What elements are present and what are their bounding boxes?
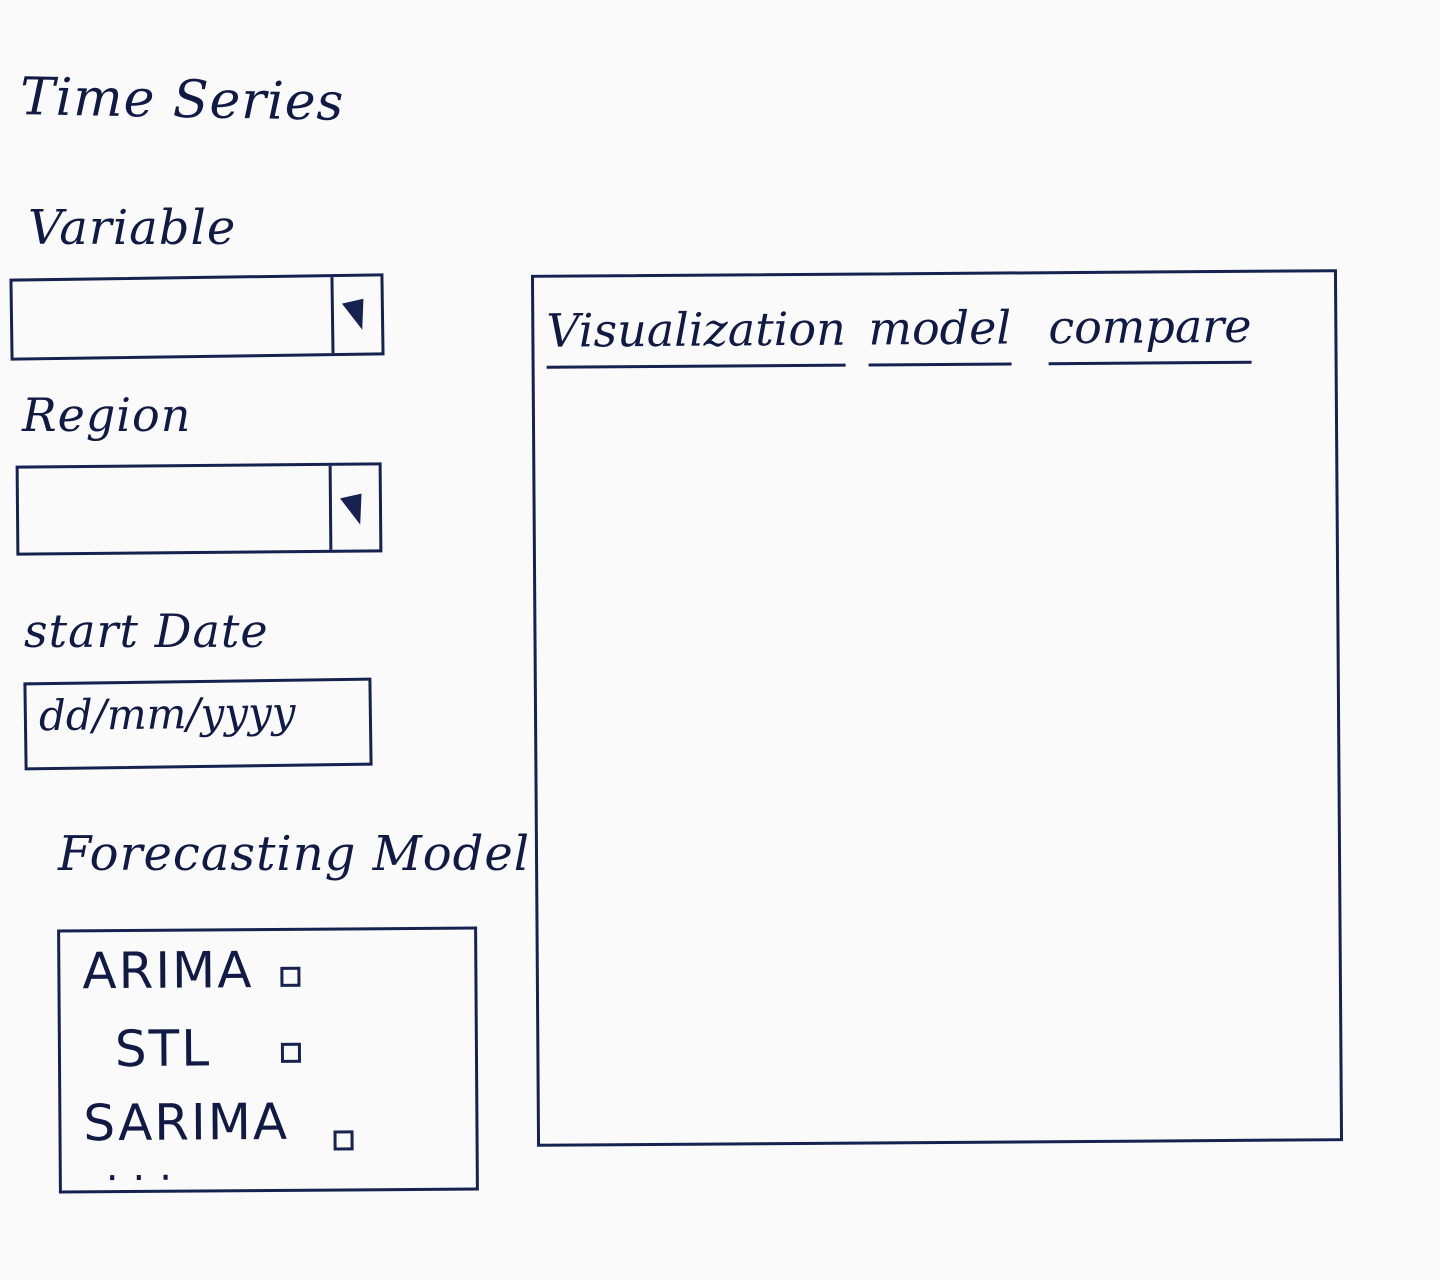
region-label: Region [22,388,192,442]
chevron-down-icon [340,493,369,528]
variable-dropdown-toggle[interactable] [330,276,382,354]
main-panel: Visualization model compare [530,269,1344,1147]
start-date-input[interactable]: dd/mm/yyyy [23,677,373,771]
region-dropdown-toggle[interactable] [328,465,380,550]
tab-compare[interactable]: compare [1048,298,1252,366]
page: Time Series Variable Region start Date d… [0,0,1440,1280]
variable-label: Variable [28,200,237,256]
model-option-arima: ARIMA [82,941,254,1001]
more-models-ellipsis: ... [105,1143,187,1191]
model-option-stl: STL [114,1019,212,1079]
page-title: Time Series [19,67,345,133]
forecasting-model-list: ARIMA STL SARIMA ... [57,926,479,1194]
model-checkbox-sarima[interactable] [333,1130,354,1151]
model-checkbox-arima[interactable] [280,966,301,987]
region-select[interactable] [15,462,383,556]
chevron-down-icon [341,298,371,333]
model-checkbox-stl[interactable] [280,1042,302,1063]
tab-visualization[interactable]: Visualization [546,301,847,369]
variable-select[interactable] [9,273,385,361]
forecasting-model-label: Forecasting Model [58,826,531,882]
tab-model[interactable]: model [868,300,1012,367]
start-date-label: start Date [24,604,269,658]
